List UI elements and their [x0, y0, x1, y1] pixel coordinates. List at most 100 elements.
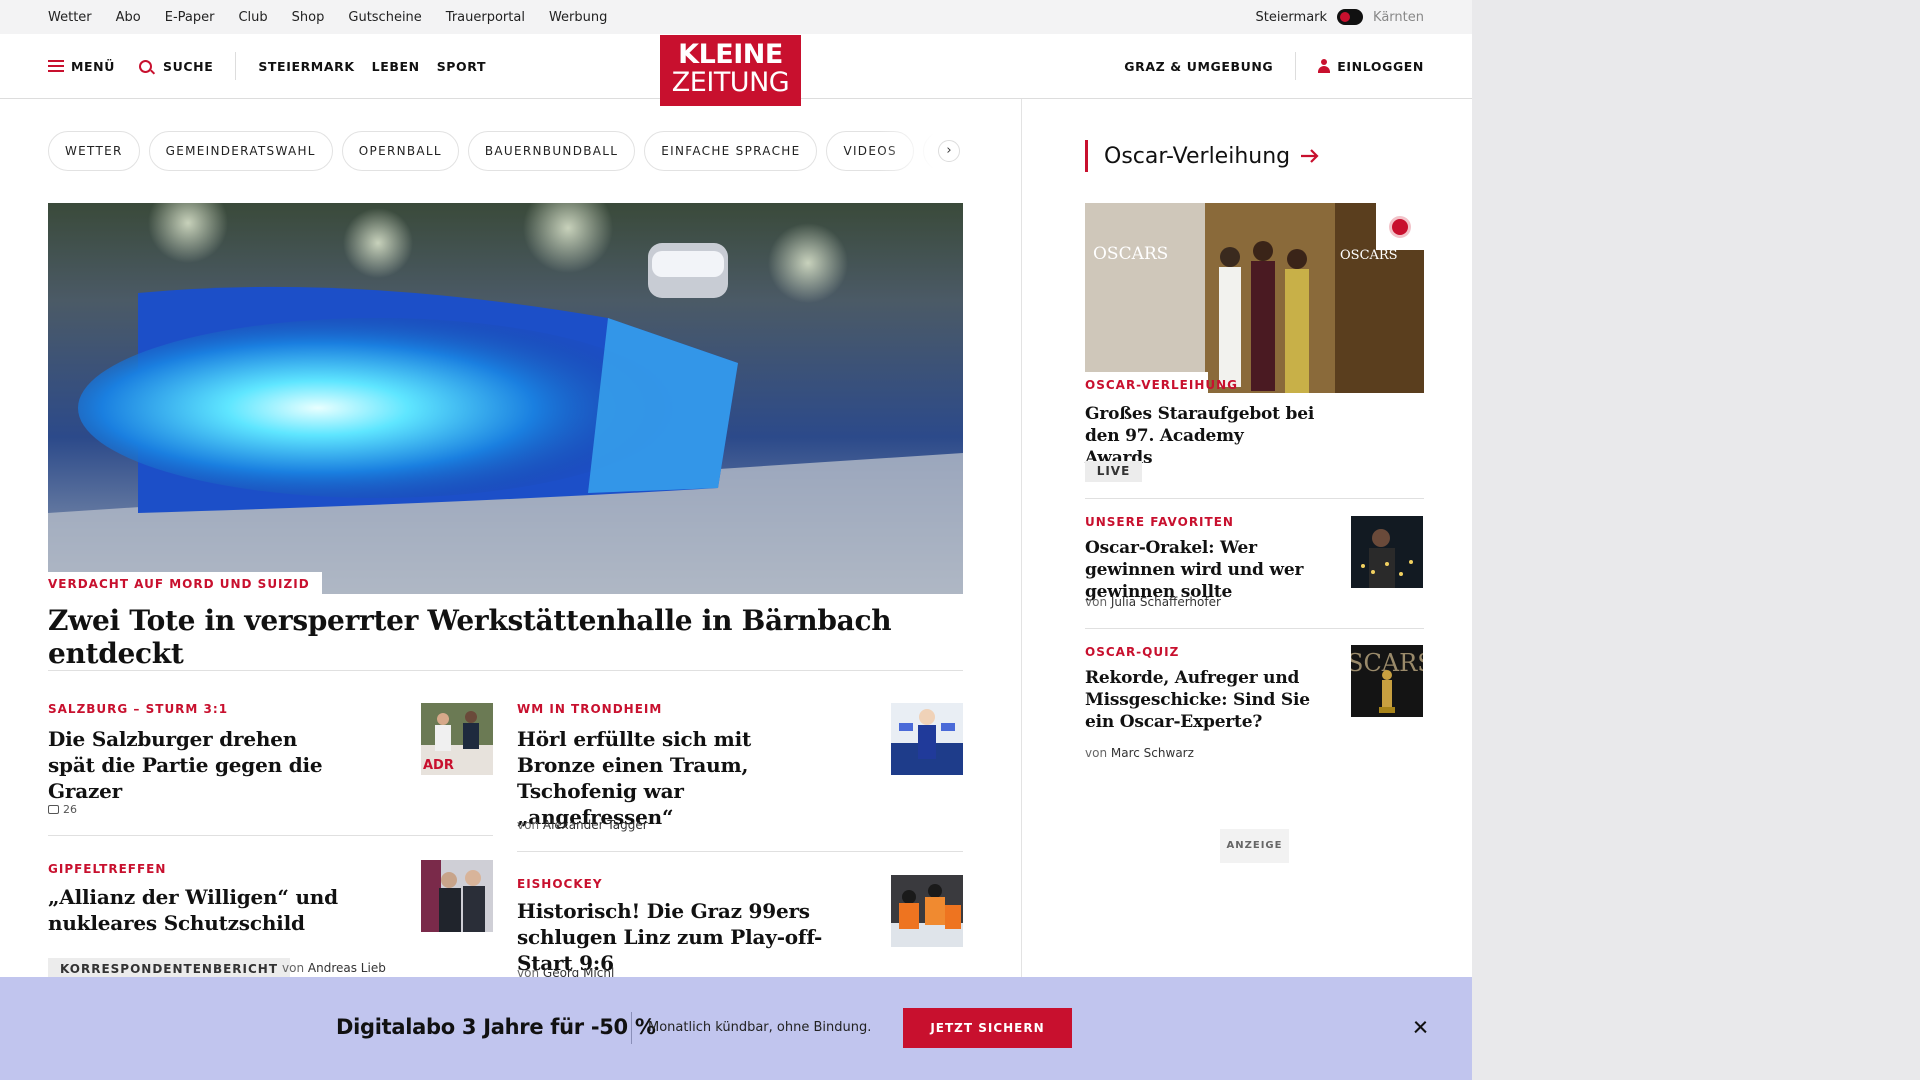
- comment-icon: [48, 805, 59, 814]
- article-2-divider: [517, 851, 963, 852]
- sidebar-main-kicker: OSCAR-VERLEIHUNG: [1085, 378, 1238, 392]
- article-1-divider: [48, 835, 493, 836]
- arrow-right-icon: [1301, 149, 1319, 163]
- sidebar-item-1-author[interactable]: Julia Schafferhofer: [1111, 595, 1221, 609]
- ad-label: ANZEIGE: [1220, 829, 1289, 863]
- user-icon: [1318, 59, 1331, 73]
- hero-kicker: VERDACHT AUF MORD UND SUIZID: [48, 572, 322, 594]
- article-3-author[interactable]: Andreas Lieb: [308, 961, 386, 975]
- sidebar-image-text-right: OSCARS: [1340, 248, 1398, 263]
- util-link-epaper[interactable]: E-Paper: [165, 10, 215, 25]
- nav-steiermark[interactable]: STEIERMARK: [258, 59, 354, 74]
- sidebar-item-2-kicker: OSCAR-QUIZ: [1085, 645, 1180, 659]
- viewport-background: [1472, 0, 1920, 1080]
- sidebar-item-1-by: von: [1085, 595, 1108, 609]
- promo-cta-button[interactable]: JETZT SICHERN: [903, 1008, 1072, 1048]
- sidebar-oscar-image[interactable]: OSCARS OSCARS: [1085, 203, 1424, 393]
- close-icon[interactable]: [1409, 1016, 1431, 1038]
- chip-opernball[interactable]: OPERNBALL: [341, 131, 459, 171]
- article-1-title[interactable]: Die Salzburger drehen spät die Partie ge…: [48, 726, 338, 804]
- sidebar-item-2-author[interactable]: Marc Schwarz: [1111, 746, 1194, 760]
- search-icon: [139, 59, 152, 73]
- sidebar-item-2-thumbnail[interactable]: SCARS: [1351, 645, 1423, 717]
- util-link-werbung[interactable]: Werbung: [549, 10, 607, 25]
- live-badge: LIVE: [1085, 461, 1142, 482]
- svg-text:ADR: ADR: [423, 758, 454, 773]
- chip-wetter[interactable]: WETTER: [48, 131, 140, 171]
- article-2-title[interactable]: Hörl erfüllte sich mit Bronze einen Trau…: [517, 726, 817, 830]
- article-2-author[interactable]: Alexander Tagger: [543, 818, 648, 832]
- search-button[interactable]: SUCHE: [139, 59, 213, 74]
- ice-hockey-photo: [891, 875, 963, 947]
- hero-divider: [48, 670, 963, 671]
- util-link-wetter[interactable]: Wetter: [48, 10, 92, 25]
- article-3-by: von: [282, 961, 305, 975]
- sidebar-divider-1: [1085, 498, 1424, 499]
- menu-button[interactable]: MENÜ: [48, 59, 115, 74]
- article-2-kicker: WM IN TRONDHEIM: [517, 702, 663, 716]
- utility-bar: Wetter Abo E-Paper Club Shop Gutscheine …: [0, 0, 1472, 34]
- logo-line-2: ZEITUNG: [671, 67, 790, 98]
- sidebar-item-1-thumbnail[interactable]: [1351, 516, 1423, 588]
- article-4-title[interactable]: Historisch! Die Graz 99ers schlugen Linz…: [517, 898, 877, 976]
- article-3-thumbnail[interactable]: [421, 860, 493, 932]
- header-left-nav: MENÜ SUCHE STEIERMARK LEBEN SPORT: [48, 34, 486, 98]
- article-1-comments[interactable]: 26: [48, 803, 77, 816]
- hero-headline[interactable]: Zwei Tote in versperrter Werkstättenhall…: [48, 604, 963, 670]
- promo-title: Digitalabo 3 Jahre für -50 %: [336, 1015, 656, 1039]
- util-link-gutscheine[interactable]: Gutscheine: [348, 10, 421, 25]
- article-4-kicker: EISHOCKEY: [517, 877, 603, 891]
- nav-sport[interactable]: SPORT: [437, 59, 486, 74]
- article-2-thumbnail[interactable]: [891, 703, 963, 775]
- menu-label: MENÜ: [71, 58, 115, 74]
- util-link-club[interactable]: Club: [238, 10, 267, 25]
- hero-image[interactable]: [48, 203, 963, 594]
- promo-subtitle: Monatlich kündbar, ohne Bindung.: [648, 1020, 872, 1035]
- chevron-right-icon: ›: [946, 143, 952, 158]
- live-dot-icon: [1392, 219, 1408, 235]
- sidebar-item-1-title[interactable]: Oscar-Orakel: Wer gewinnen wird und wer …: [1085, 537, 1340, 603]
- football-photo: ADR: [421, 703, 493, 775]
- sidebar-main-title[interactable]: Großes Staraufgebot bei den 97. Academy …: [1085, 403, 1315, 469]
- login-button[interactable]: EINLOGGEN: [1318, 59, 1424, 74]
- sidebar-item-1-kicker: UNSERE FAVORITEN: [1085, 515, 1234, 529]
- article-3-title[interactable]: „Allianz der Willigen“ und nukleares Sch…: [48, 884, 338, 936]
- util-link-abo[interactable]: Abo: [116, 10, 141, 25]
- nav-sport-label: SPORT: [436, 58, 487, 74]
- util-link-trauerportal[interactable]: Trauerportal: [446, 10, 525, 25]
- promo-divider: [631, 1012, 632, 1044]
- page: Wetter Abo E-Paper Club Shop Gutscheine …: [0, 0, 1472, 1080]
- sidebar-item-2-byline: von Marc Schwarz: [1085, 746, 1194, 760]
- main-header: MENÜ SUCHE STEIERMARK LEBEN SPORT KLEINE…: [0, 34, 1472, 106]
- nav-leben[interactable]: LEBEN: [372, 59, 420, 74]
- oscar-statue-photo: SCARS: [1351, 645, 1423, 717]
- chips-next-button[interactable]: ›: [938, 140, 960, 162]
- sidebar-divider-2: [1085, 628, 1424, 629]
- region-switch: Steiermark Kärnten: [1255, 0, 1424, 34]
- article-4-thumbnail[interactable]: [891, 875, 963, 947]
- nav-steiermark-label: STEIERMARK: [258, 58, 355, 74]
- region-toggle[interactable]: [1337, 9, 1364, 25]
- region-steiermark[interactable]: Steiermark: [1255, 10, 1327, 25]
- nav-graz-umgebung[interactable]: GRAZ & UMGEBUNG: [1124, 59, 1273, 74]
- utility-links: Wetter Abo E-Paper Club Shop Gutscheine …: [48, 0, 607, 34]
- chip-einfache-sprache[interactable]: EINFACHE SPRACHE: [644, 131, 818, 171]
- article-3-kicker: GIPFELTREFFEN: [48, 862, 167, 876]
- chip-bauernbundball[interactable]: BAUERNBUNDBALL: [467, 131, 636, 171]
- topic-chips: WETTER GEMEINDERATSWAHL OPERNBALL BAUERN…: [48, 131, 966, 171]
- article-2-by: von: [517, 818, 540, 832]
- article-2-byline: von Alexander Tagger: [517, 818, 648, 832]
- hamburger-icon: [48, 60, 64, 72]
- kleine-zeitung-logo[interactable]: KLEINE ZEITUNG: [660, 35, 801, 106]
- region-kaernten[interactable]: Kärnten: [1373, 10, 1424, 25]
- nav-leben-label: LEBEN: [371, 58, 420, 74]
- header-right-nav: GRAZ & UMGEBUNG EINLOGGEN: [1124, 34, 1424, 98]
- police-light-image: [48, 203, 963, 594]
- article-1-thumbnail[interactable]: ADR: [421, 703, 493, 775]
- util-link-shop[interactable]: Shop: [292, 10, 325, 25]
- header-divider-right: [1295, 52, 1297, 80]
- sidebar-heading-label: Oscar-Verleihung: [1104, 143, 1291, 169]
- chip-gemeinderatswahl[interactable]: GEMEINDERATSWAHL: [148, 131, 333, 171]
- sidebar-heading-oscar[interactable]: Oscar-Verleihung: [1085, 140, 1320, 172]
- sidebar-item-2-title[interactable]: Rekorde, Aufreger und Missgeschicke: Sin…: [1085, 667, 1315, 733]
